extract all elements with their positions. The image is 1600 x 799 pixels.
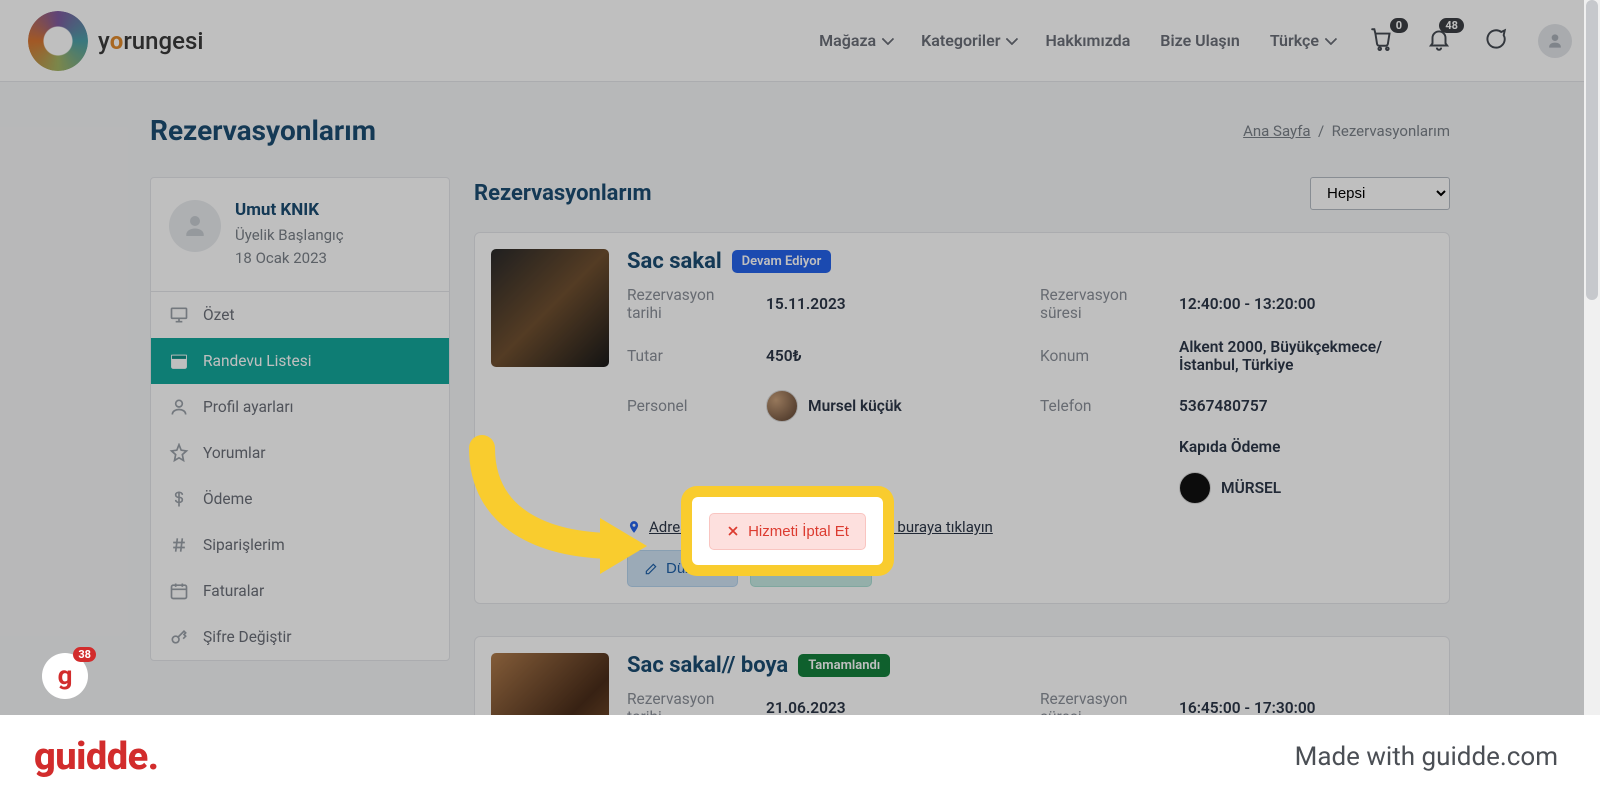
chat-button[interactable]: Sohbet Et [750,550,872,587]
primary-nav: Mağaza Kategoriler Hakkımızda Bize Ulaşı… [819,31,1334,50]
sidebar-item-summary[interactable]: Özet [151,292,449,338]
nav-categories[interactable]: Kategoriler [921,31,1015,50]
help-badge: 38 [73,647,96,662]
nav-contact[interactable]: Bize Ulaşın [1160,31,1240,50]
edit-button[interactable]: Düzenle [627,550,738,587]
service-title: Sac sakal// boya [627,653,788,678]
nav-language[interactable]: Türkçe [1270,31,1334,50]
attribution-text: Made with guidde.com [1295,742,1558,772]
scrollbar-track[interactable] [1584,0,1600,715]
service-thumbnail [491,249,609,367]
top-bar: yorungesi Mağaza Kategoriler Hakkımızda … [0,0,1600,82]
sidebar-item-invoices[interactable]: Faturalar [151,568,449,614]
list-title: Rezervasyonlarım [474,181,652,206]
sidebar-item-reviews[interactable]: Yorumlar [151,430,449,476]
dollar-icon [169,489,189,509]
status-badge: Devam Ediyor [732,250,832,273]
pin-icon [627,520,641,534]
user-name: Umut KNIK [235,200,344,220]
user-membership-label: Üyelik Başlangıç [235,224,344,247]
breadcrumb-home[interactable]: Ana Sayfa [1243,122,1310,140]
user-icon [1545,31,1565,51]
chat-icon [1482,26,1508,52]
sidebar-item-payment[interactable]: Ödeme [151,476,449,522]
shop-avatar [1179,472,1211,504]
nav-store[interactable]: Mağaza [819,31,891,50]
main-content: Rezervasyonlarım Hepsi Sac sakal Devam E… [474,177,1450,746]
chevron-down-icon [1006,33,1019,46]
reservation-card: Sac sakal Devam Ediyor Rezervasyon tarih… [474,232,1450,604]
sidebar-item-profile[interactable]: Profil ayarları [151,384,449,430]
notifications-badge: 48 [1439,18,1464,33]
messages-button[interactable] [1482,26,1508,56]
brand-text: yorungesi [98,27,203,55]
user-menu[interactable] [1538,24,1572,58]
cart-badge: 0 [1390,18,1408,33]
filter-select[interactable]: Hepsi [1310,177,1450,210]
sidebar-item-orders[interactable]: Siparişlerim [151,522,449,568]
account-sidebar: Umut KNIK Üyelik Başlangıç 18 Ocak 2023 … [150,177,450,661]
scrollbar-thumb[interactable] [1586,0,1598,300]
list-header: Rezervasyonlarım Hepsi [474,177,1450,210]
chevron-down-icon [1325,33,1338,46]
user-icon [169,397,189,417]
key-icon [169,627,189,647]
page-title: Rezervasyonlarım [150,114,376,147]
guidde-logo: guidde. [34,735,159,779]
breadcrumb-current: Rezervasyonlarım [1332,122,1450,140]
icon-actions: 0 48 [1370,24,1572,58]
message-icon [767,562,781,576]
sidebar-item-appointments[interactable]: Randevu Listesi [151,338,449,384]
payment-method: Kapıda Ödeme [1179,438,1433,456]
staff-avatar [766,390,798,422]
close-icon [726,524,740,538]
hash-icon [169,535,189,555]
notifications-button[interactable]: 48 [1426,26,1452,56]
brand-logo[interactable]: yorungesi [28,11,203,71]
page-body: Rezervasyonlarım Ana Sayfa / Rezervasyon… [0,82,1600,746]
cart-button[interactable]: 0 [1370,26,1396,56]
sidebar-item-password[interactable]: Şifre Değiştir [151,614,449,660]
user-membership-date: 18 Ocak 2023 [235,247,344,270]
status-badge: Tamamlandı [798,654,890,677]
monitor-icon [169,305,189,325]
attribution-footer: guidde. Made with guidde.com [0,715,1600,799]
breadcrumb: Ana Sayfa / Rezervasyonlarım [1243,122,1450,140]
star-icon [169,443,189,463]
help-chat-launcher[interactable]: g 38 [42,653,88,699]
service-title: Sac sakal [627,249,722,274]
page-header: Rezervasyonlarım Ana Sayfa / Rezervasyon… [150,114,1450,147]
user-card: Umut KNIK Üyelik Başlangıç 18 Ocak 2023 [151,178,449,292]
calendar-icon [169,351,189,371]
card-actions: Düzenle Sohbet Et Hizmeti İptal Et [627,550,1433,587]
cancel-service-button[interactable]: Hizmeti İptal Et [709,513,866,550]
chevron-down-icon [882,33,895,46]
user-avatar [169,200,221,252]
pencil-icon [644,562,658,576]
guidde-icon: g 38 [42,653,88,699]
nav-about[interactable]: Hakkımızda [1045,31,1130,50]
calendar-days-icon [169,581,189,601]
brand-swirl-icon [28,11,88,71]
